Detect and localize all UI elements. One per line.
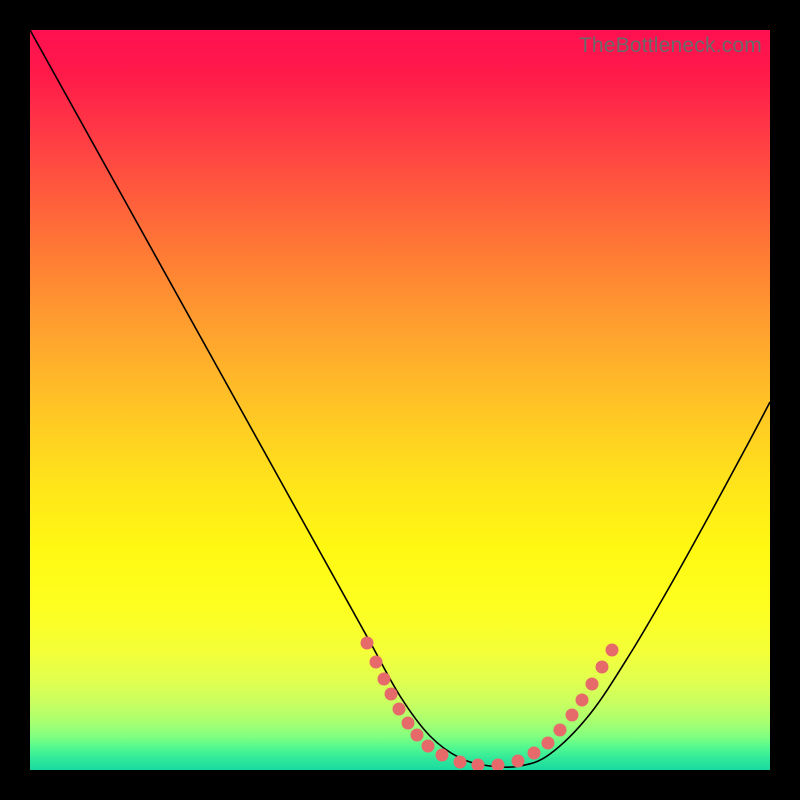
curve-marker: [512, 755, 525, 768]
curve-marker: [436, 749, 449, 762]
curve-marker: [361, 637, 374, 650]
bottleneck-curve: [30, 30, 770, 767]
curve-marker: [606, 644, 619, 657]
curve-marker: [422, 740, 435, 753]
curve-marker: [542, 737, 555, 750]
curve-marker: [385, 688, 398, 701]
curve-marker: [454, 756, 467, 769]
curve-marker: [576, 694, 589, 707]
curve-marker: [411, 729, 424, 742]
curve-markers: [361, 637, 619, 771]
curve-marker: [554, 724, 567, 737]
curve-marker: [370, 656, 383, 669]
curve-marker: [586, 678, 599, 691]
curve-marker: [596, 661, 609, 674]
curve-marker: [378, 673, 391, 686]
curve-marker: [528, 747, 541, 760]
chart-frame: TheBottleneck.com: [30, 30, 770, 770]
curve-marker: [393, 703, 406, 716]
curve-marker: [566, 709, 579, 722]
curve-marker: [402, 717, 415, 730]
curve-marker: [472, 759, 485, 771]
chart-svg: [30, 30, 770, 770]
curve-marker: [492, 759, 505, 771]
